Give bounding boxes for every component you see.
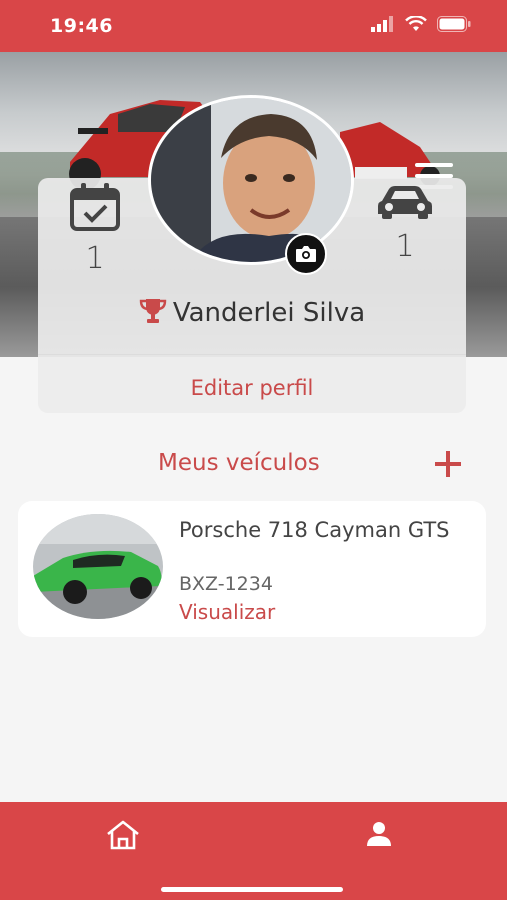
camera-glyph: [296, 246, 316, 262]
vehicle-photo: [33, 514, 163, 619]
green-car-image: [33, 514, 163, 619]
vehicle-card[interactable]: Porsche 718 Cayman GTS BXZ-1234 Visualiz…: [18, 501, 486, 637]
avatar-photo: [148, 95, 354, 265]
agenda-stat[interactable]: 1: [66, 183, 124, 276]
view-vehicle-link[interactable]: Visualizar: [179, 600, 275, 624]
status-time: 19:46: [50, 15, 113, 37]
home-icon[interactable]: [105, 819, 141, 851]
home-indicator: [161, 887, 343, 892]
avatar-portrait: [151, 98, 351, 262]
user-name: Vanderlei Silva: [172, 298, 366, 328]
avatar[interactable]: [148, 95, 354, 275]
edit-profile-button[interactable]: Editar perfil: [38, 376, 466, 400]
status-icons: [371, 16, 471, 32]
vehicle-plate: BXZ-1234: [179, 573, 273, 595]
wifi-icon: [405, 16, 427, 31]
vehicle-count: 1: [395, 229, 415, 264]
vehicle-name: Porsche 718 Cayman GTS: [179, 518, 450, 542]
status-bar: 19:46: [0, 0, 507, 52]
camera-icon[interactable]: [285, 233, 327, 275]
card-divider: [38, 354, 466, 355]
calendar-check-icon: [70, 183, 120, 231]
plus-icon[interactable]: [430, 446, 466, 482]
signal-icon: [371, 16, 393, 32]
bottom-navigation: [0, 802, 507, 900]
battery-icon: [437, 16, 471, 32]
vehicles-stat[interactable]: 1: [376, 183, 434, 264]
user-name-row: Vanderlei Silva: [38, 298, 466, 328]
agenda-count: 1: [85, 241, 105, 276]
user-icon[interactable]: [365, 820, 393, 848]
trophy-icon: [139, 299, 167, 323]
car-icon: [378, 186, 432, 219]
my-vehicles-title: Meus veículos: [158, 450, 320, 476]
